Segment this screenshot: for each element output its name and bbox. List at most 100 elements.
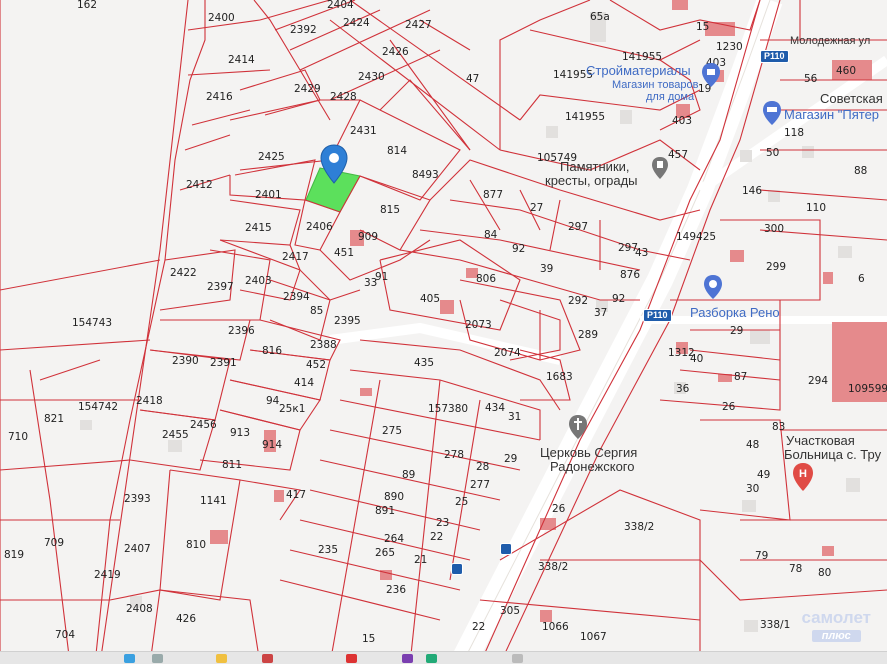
parcel-label: 2074 — [494, 347, 521, 359]
parcel-label: 2456 — [190, 419, 217, 431]
parcel-label: 92 — [612, 293, 626, 305]
samolet-watermark: самолет плюс — [801, 609, 871, 644]
parcel-label: 814 — [387, 145, 408, 157]
parcel-label: 1230 — [716, 41, 743, 53]
parcel-label: 710 — [8, 431, 29, 443]
parcel-label: 877 — [483, 189, 504, 201]
road-badge-p110: P110 — [760, 50, 789, 63]
taskbar-app-icon[interactable] — [262, 654, 273, 663]
parcel-label: 2426 — [382, 46, 409, 58]
poi-pamyatniki-2[interactable]: кресты, ограды — [545, 174, 638, 188]
parcel-label: 821 — [44, 413, 65, 425]
parcel-label: 141955 — [565, 111, 606, 123]
street-label-sovetskaya: Советская — [820, 91, 883, 106]
parcel-label: 876 — [620, 269, 641, 281]
parcel-label: 457 — [668, 149, 689, 161]
parcel-label: 426 — [176, 613, 197, 625]
bus-stop-icon[interactable] — [451, 563, 463, 575]
poi-bolnica-2[interactable]: Больница с. Тру — [784, 448, 881, 462]
poi-stroymaterialy[interactable]: Стройматериалы — [586, 64, 691, 78]
parcel-label: 704 — [55, 629, 76, 641]
taskbar-app-icon[interactable] — [124, 654, 135, 663]
parcel-label: 39 — [540, 263, 554, 275]
parcel-label: 88 — [854, 165, 868, 177]
parcel-label: 110 — [806, 202, 827, 214]
bus-stop-icon[interactable] — [500, 543, 512, 555]
parcel-label: 2430 — [358, 71, 385, 83]
parcel-label: 890 — [384, 491, 405, 503]
parcel-label: 2397 — [207, 281, 234, 293]
parcel-label: 451 — [334, 247, 355, 259]
car-parts-icon[interactable] — [703, 274, 723, 300]
taskbar-app-icon[interactable] — [402, 654, 413, 663]
location-pin-icon[interactable] — [320, 144, 348, 184]
church-icon[interactable] — [568, 414, 588, 440]
parcel-label: 2425 — [258, 151, 285, 163]
parcel-label: 2388 — [310, 339, 337, 351]
parcel-label: 235 — [318, 544, 339, 556]
taskbar-app-icon[interactable] — [426, 654, 437, 663]
parcel-label: 2394 — [283, 291, 310, 303]
parcel-label: 49 — [757, 469, 771, 481]
cart-icon[interactable] — [762, 100, 782, 126]
parcel-label: 25 — [455, 496, 469, 508]
parcel-label: 414 — [294, 377, 315, 389]
parcel-label: 2419 — [94, 569, 121, 581]
taskbar-app-icon[interactable] — [512, 654, 523, 663]
taskbar-app-icon[interactable] — [152, 654, 163, 663]
shop-icon[interactable] — [701, 62, 721, 88]
hospital-icon[interactable]: H — [792, 462, 814, 492]
watermark-line2: плюс — [811, 630, 861, 642]
parcel-label: 292 — [568, 295, 589, 307]
parcel-label: 8493 — [412, 169, 439, 181]
parcel-label: 1067 — [580, 631, 607, 643]
poi-pyaterochka[interactable]: Магазин "Пятер — [784, 108, 879, 122]
parcel-label: 891 — [375, 505, 396, 517]
parcel-label: 435 — [414, 357, 435, 369]
parcel-label: 2455 — [162, 429, 189, 441]
parcel-label: 913 — [230, 427, 251, 439]
parcel-label: 811 — [222, 459, 243, 471]
parcel-label: 21 — [414, 554, 428, 566]
parcel-label: 300 — [764, 223, 785, 235]
parcel-label: 289 — [578, 329, 599, 341]
parcel-label: 2418 — [136, 395, 163, 407]
parcel-label: 146 — [742, 185, 763, 197]
parcel-label: 806 — [476, 273, 497, 285]
parcel-label: 709 — [44, 537, 65, 549]
parcel-label: 2428 — [330, 91, 357, 103]
monument-icon[interactable] — [651, 156, 669, 180]
parcel-label: 2392 — [290, 24, 317, 36]
taskbar-app-icon[interactable] — [346, 654, 357, 663]
parcel-label: 1066 — [542, 621, 569, 633]
parcel-label: 2407 — [124, 543, 151, 555]
parcel-label: 25к1 — [279, 403, 306, 415]
parcel-label: 2393 — [124, 493, 151, 505]
poi-magazin-tovarov-2[interactable]: для дома — [646, 90, 694, 104]
parcel-label: 47 — [466, 73, 480, 85]
parcel-label: 460 — [836, 65, 857, 77]
poi-cerkov-2[interactable]: Радонежского — [550, 460, 635, 474]
parcel-label: 2412 — [186, 179, 213, 191]
poi-pamyatniki[interactable]: Памятники, — [560, 160, 630, 174]
poi-cerkov[interactable]: Церковь Сергия — [540, 446, 637, 460]
parcel-label: 80 — [818, 567, 832, 579]
parcel-label: 85 — [310, 305, 324, 317]
parcel-label: 816 — [262, 345, 283, 357]
parcel-label: 338/1 — [760, 619, 791, 631]
poi-bolnica[interactable]: Участковая — [786, 434, 855, 448]
parcel-label: 15 — [362, 633, 376, 645]
parcel-label: 2390 — [172, 355, 199, 367]
parcel-label: 2431 — [350, 125, 377, 137]
parcel-label: 6 — [858, 273, 865, 285]
taskbar-app-icon[interactable] — [216, 654, 227, 663]
parcel-label: 2396 — [228, 325, 255, 337]
parcel-label: 294 — [808, 375, 829, 387]
parcel-label: 914 — [262, 439, 283, 451]
parcel-label: 297 — [568, 221, 589, 233]
parcel-label: 338/2 — [538, 561, 569, 573]
parcel-label: 1683 — [546, 371, 573, 383]
parcel-label: 29 — [504, 453, 518, 465]
poi-razborka[interactable]: Разборка Рено — [690, 306, 780, 320]
cadastral-map[interactable] — [0, 0, 887, 664]
